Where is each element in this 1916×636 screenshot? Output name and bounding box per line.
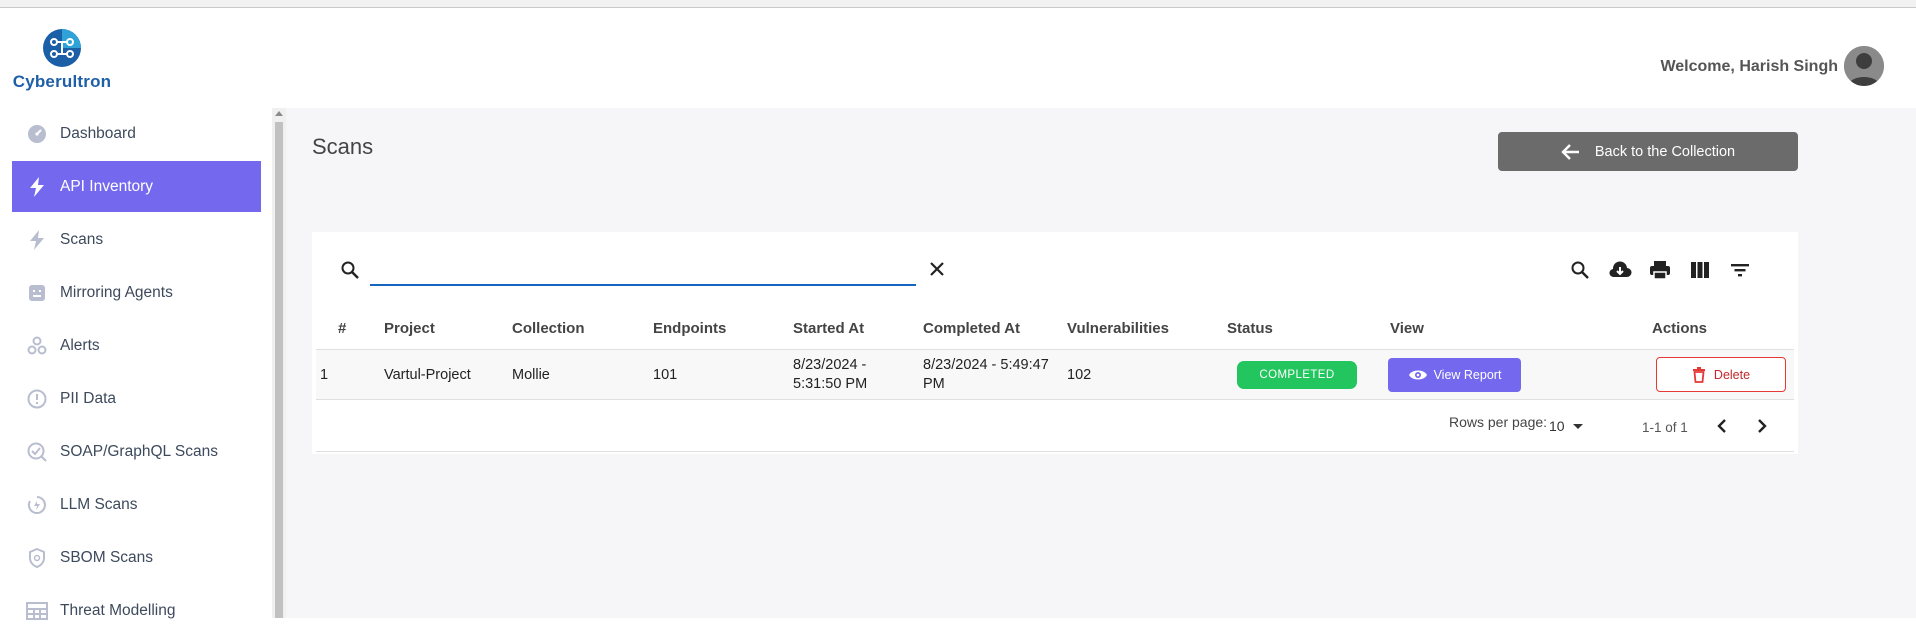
table-row[interactable]: 1 Vartul-Project Mollie 101 8/23/2024 - … <box>316 350 1794 400</box>
eye-icon <box>1408 370 1427 380</box>
sidebar-item-llm-scans[interactable]: LLM Scans <box>12 479 261 530</box>
sidebar-item-label: SBOM Scans <box>60 548 154 566</box>
brand-name: Cyberultron <box>12 72 112 91</box>
back-to-collection-button[interactable]: Back to the Collection <box>1498 132 1798 171</box>
scrollbar-thumb[interactable] <box>275 122 283 618</box>
browser-top-strip <box>0 0 1916 8</box>
column-header-status[interactable]: Status <box>1227 320 1273 337</box>
scroll-up-arrow-icon[interactable] <box>275 111 283 116</box>
sidebar-item-soap-graphql-scans[interactable]: SOAP/GraphQL Scans <box>12 426 261 477</box>
avatar[interactable] <box>1844 46 1884 86</box>
arrow-left-icon <box>1561 143 1579 160</box>
print-icon[interactable] <box>1648 258 1672 282</box>
page-title: Scans <box>312 134 374 159</box>
column-header-project[interactable]: Project <box>384 320 435 337</box>
top-header: Cyberultron Welcome, Harish Singh <box>0 8 1916 108</box>
bolt-icon <box>26 176 48 198</box>
cyberultron-logo-icon <box>42 28 82 68</box>
column-header-vulnerabilities[interactable]: Vulnerabilities <box>1067 320 1169 337</box>
cell-endpoints: 101 <box>653 367 678 383</box>
cell-vulnerabilities: 102 <box>1067 367 1092 383</box>
search-icon <box>340 260 360 285</box>
sidebar-item-label: SOAP/GraphQL Scans <box>60 442 218 460</box>
dashboard-icon <box>26 123 48 145</box>
check-search-icon <box>26 441 48 463</box>
pagination-range: 1-1 of 1 <box>1642 420 1688 435</box>
download-cloud-icon[interactable] <box>1608 258 1632 282</box>
sidebar-item-label: API Inventory <box>60 177 154 195</box>
sidebar-item-mirroring-agents[interactable]: Mirroring Agents <box>12 267 261 318</box>
next-page-icon[interactable] <box>1750 414 1774 438</box>
user-avatar-icon <box>1844 46 1884 86</box>
sidebar-item-pii-data[interactable]: PII Data <box>12 373 261 424</box>
sidebar-item-label: Dashboard <box>60 124 136 142</box>
sidebar-item-label: Alerts <box>60 336 100 354</box>
clear-search-icon[interactable] <box>928 260 946 283</box>
toolbar-search-icon[interactable] <box>1568 258 1592 282</box>
cell-index: 1 <box>320 367 329 383</box>
column-header-started-at[interactable]: Started At <box>793 320 864 337</box>
back-button-label: Back to the Collection <box>1594 143 1736 160</box>
llm-icon <box>26 494 48 516</box>
sidebar-scrollbar[interactable] <box>272 108 286 618</box>
column-header-endpoints[interactable]: Endpoints <box>653 320 726 337</box>
sidebar-item-dashboard[interactable]: Dashboard <box>12 108 261 159</box>
rows-per-page-label: Rows per page: <box>1449 414 1548 430</box>
sidebar-item-label: Threat Modelling <box>60 601 176 619</box>
cell-project: Vartul-Project <box>384 367 471 383</box>
trash-icon <box>1692 366 1705 383</box>
bolt-icon <box>26 229 48 251</box>
sidebar-item-label: Mirroring Agents <box>60 283 173 301</box>
info-icon <box>26 388 48 410</box>
sidebar-item-sbom-scans[interactable]: SBOM Scans <box>12 532 261 583</box>
chevron-down-icon <box>1572 423 1583 429</box>
sidebar-item-label: Scans <box>60 230 104 248</box>
cell-completed-at-date: 8/23/2024 - 5:49:47 <box>923 357 1049 373</box>
delete-button[interactable]: Delete <box>1656 357 1786 392</box>
shield-icon <box>26 547 48 569</box>
previous-page-icon[interactable] <box>1710 414 1734 438</box>
cell-completed-at-time: PM <box>923 376 945 392</box>
main-content: Scans Back to the Collection # Project C… <box>286 108 1916 618</box>
delete-label: Delete <box>1713 367 1751 382</box>
sidebar-item-api-inventory[interactable]: API Inventory <box>12 161 261 212</box>
scans-table-card: # Project Collection Endpoints Started A… <box>312 232 1798 454</box>
sidebar-item-label: LLM Scans <box>60 495 138 513</box>
cell-started-at-date: 8/23/2024 - <box>793 357 867 373</box>
columns-icon[interactable] <box>1688 258 1712 282</box>
brand-logo[interactable]: Cyberultron <box>10 28 114 98</box>
sidebar-item-scans[interactable]: Scans <box>12 214 261 265</box>
view-report-label: View Report <box>1433 368 1502 382</box>
sidebar-item-label: PII Data <box>60 389 116 407</box>
column-header-index[interactable]: # <box>338 320 346 337</box>
table-header: # Project Collection Endpoints Started A… <box>316 308 1794 350</box>
sidebar-item-threat-modelling[interactable]: Threat Modelling <box>12 585 261 636</box>
cell-collection: Mollie <box>512 367 550 383</box>
column-header-completed-at[interactable]: Completed At <box>923 320 1020 337</box>
sidebar-item-alerts[interactable]: Alerts <box>12 320 261 371</box>
alerts-icon <box>26 335 48 357</box>
table-pagination: Rows per page: 10 1-1 of 1 <box>316 400 1794 452</box>
grid-icon <box>26 600 48 622</box>
agent-icon <box>26 282 48 304</box>
welcome-text: Welcome, Harish Singh <box>1660 58 1838 75</box>
rows-per-page-select[interactable]: 10 <box>1549 418 1583 434</box>
column-header-view[interactable]: View <box>1390 320 1424 337</box>
rows-per-page-value: 10 <box>1549 418 1565 434</box>
filter-icon[interactable] <box>1728 258 1752 282</box>
sidebar: Dashboard API Inventory Scans Mirroring … <box>0 108 272 620</box>
column-header-collection[interactable]: Collection <box>512 320 585 337</box>
status-badge: COMPLETED <box>1237 361 1357 389</box>
column-header-actions[interactable]: Actions <box>1652 320 1707 337</box>
search-input[interactable] <box>370 254 916 286</box>
view-report-button[interactable]: View Report <box>1388 358 1521 392</box>
cell-started-at-time: 5:31:50 PM <box>793 376 868 392</box>
